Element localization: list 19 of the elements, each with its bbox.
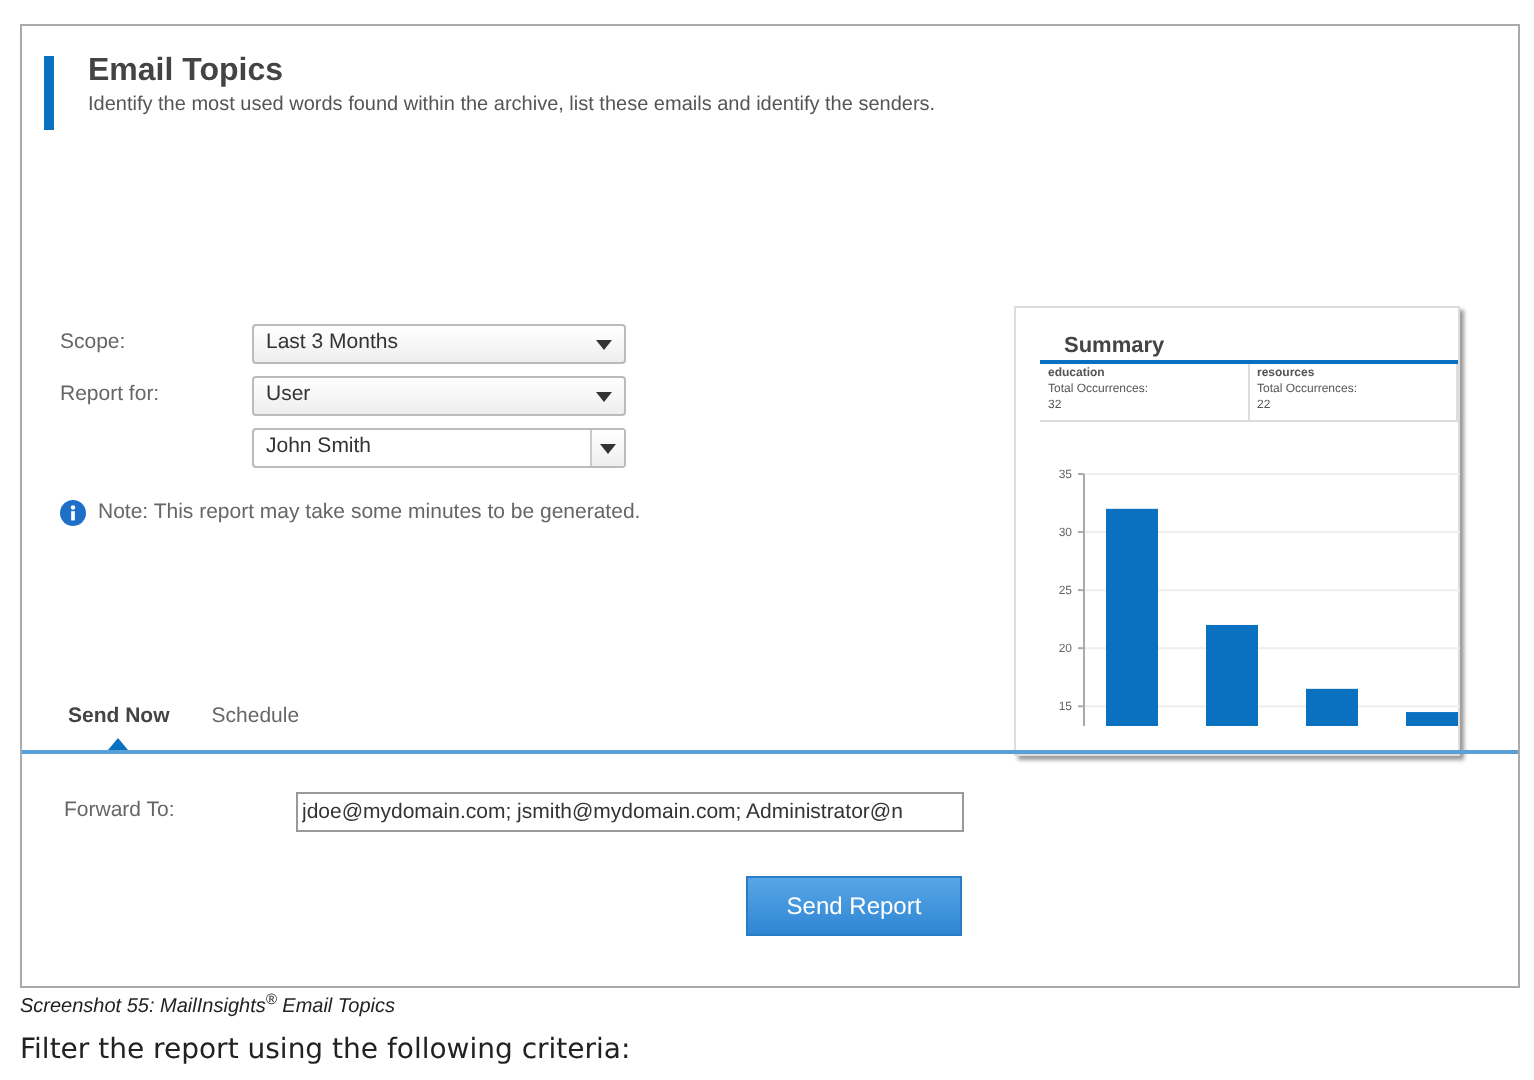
combo-box[interactable]: John Smith xyxy=(252,428,626,468)
summary-title: Summary xyxy=(1062,332,1167,360)
page-description: Identify the most used words found within the archive, list these emails and identify the senders. xyxy=(88,92,938,120)
forward-to-field[interactable]: jdoe@mydomain.com; jsmith@mydomain.com; Administrator@n xyxy=(296,792,964,832)
forward-label: Forward To: xyxy=(64,796,177,827)
tab[interactable]: Schedule xyxy=(211,686,300,750)
info-icon xyxy=(60,500,86,527)
dropdown-caret-icon xyxy=(600,443,616,453)
page-title: Email Topics xyxy=(88,52,286,92)
field-label: Report for: xyxy=(60,380,162,411)
tab[interactable]: Send Now xyxy=(68,686,170,750)
dropdown[interactable]: User xyxy=(252,376,626,416)
dropdown-caret-icon xyxy=(596,391,612,401)
figure-caption: Screenshot 55: MailInsights$^{®}$ Email Topics xyxy=(20,994,397,1020)
note-text: Note: This report may take some minutes to be generated. xyxy=(98,498,641,528)
field-label: Scope: xyxy=(60,328,128,359)
dropdown[interactable]: Last 3 Months xyxy=(252,324,626,364)
body-text: Filter the report using the following criteria: xyxy=(20,1034,633,1068)
dropdown-caret-icon xyxy=(596,339,612,349)
